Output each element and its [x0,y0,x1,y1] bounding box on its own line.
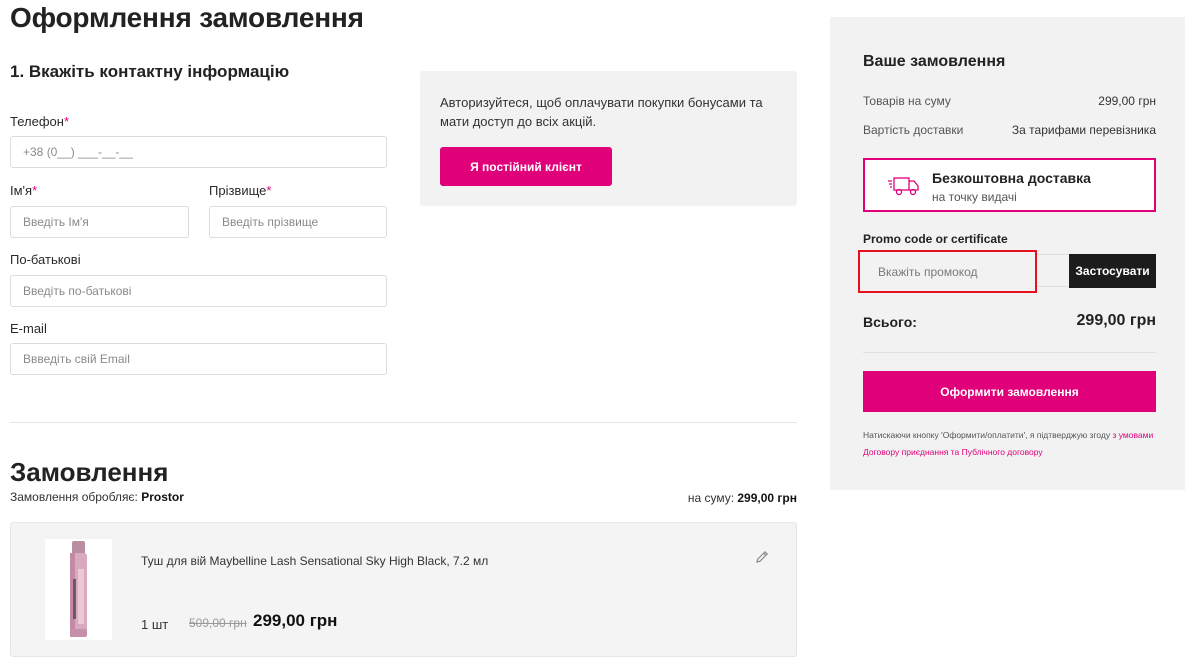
order-summary-panel: Ваше замовлення Товарів на суму 299,00 г… [830,17,1185,490]
pencil-icon[interactable] [754,549,770,565]
goods-sum-value: 299,00 грн [1098,94,1156,108]
contact-section-title: 1. Вкажіть контактну інформацію [10,62,290,81]
phone-label: Телефон* [10,114,69,129]
required-mark: * [266,183,272,198]
required-mark: * [32,183,38,198]
product-name[interactable]: Туш для вій Maybelline Lash Sensational … [141,554,488,568]
summary-title: Ваше замовлення [863,53,1006,70]
free-delivery-subtitle: на точку видачі [932,190,1017,204]
total-value: 299,00 грн [1076,312,1156,329]
product-image[interactable] [45,539,112,640]
promo-field-extension [1037,254,1069,287]
goods-sum-label: Товарів на суму [863,94,951,108]
regular-client-button[interactable]: Я постійний клієнт [440,147,612,186]
page-title: Оформлення замовлення [10,2,364,33]
checkout-button[interactable]: Оформити замовлення [863,371,1156,412]
last-name-input[interactable] [209,206,387,238]
delivery-cost-label: Вартість доставки [863,123,964,137]
order-sum: на суму: 299,00 грн [687,491,797,505]
processed-by: Замовлення обробляє: Prostor [10,490,184,504]
required-mark: * [63,114,69,129]
truck-icon [887,174,921,198]
delivery-cost-value: За тарифами перевізника [1011,123,1156,137]
product-card: Туш для вій Maybelline Lash Sensational … [10,522,797,657]
patronymic-label: По-батькові [10,252,81,267]
old-price: 509,00 грн [189,616,247,630]
last-name-label: Прізвище* [209,183,272,198]
summary-divider [863,352,1156,353]
patronymic-input[interactable] [10,275,387,307]
email-input[interactable] [10,343,387,375]
auth-panel: Авторизуйтеся, щоб оплачувати покупки бо… [420,71,797,206]
auth-text: Авторизуйтеся, щоб оплачувати покупки бо… [440,95,763,129]
apply-promo-button[interactable]: Застосувати [1069,254,1156,288]
email-label: E-mail [10,321,47,336]
legal-notice: Натискаючи кнопку 'Оформити/оплатити', я… [863,430,1154,457]
free-delivery-title: Безкоштовна доставка [932,170,1091,186]
promo-code-input[interactable] [858,250,1037,293]
first-name-label: Ім'я* [10,183,38,198]
free-delivery-banner: Безкоштовна доставка на точку видачі [863,158,1156,212]
order-title: Замовлення [10,457,169,487]
promo-label: Promo code or certificate [863,232,1008,246]
product-qty: 1 шт [141,617,169,632]
new-price: 299,00 грн [253,611,338,630]
phone-input[interactable] [10,136,387,168]
total-label: Всього: [863,314,917,330]
divider [10,422,797,423]
first-name-input[interactable] [10,206,189,238]
